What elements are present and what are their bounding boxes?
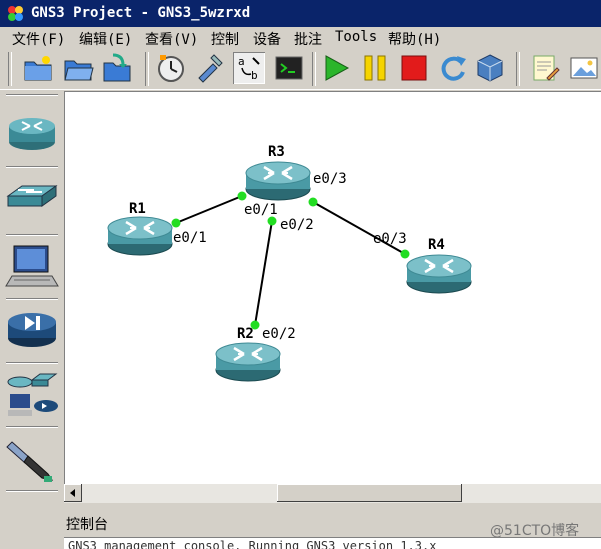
router-r4[interactable] [405, 253, 473, 295]
main-toolbar: a b [0, 49, 601, 90]
router-label-r2: R2 [237, 326, 254, 342]
interface-label: e0/2 [262, 326, 296, 342]
menu-file[interactable]: 文件(F) [12, 29, 65, 49]
stop-all-icon[interactable] [398, 52, 430, 84]
insert-picture-icon[interactable] [568, 52, 600, 84]
router-r1[interactable] [106, 215, 174, 257]
end-devices-icon[interactable] [4, 238, 60, 294]
menu-tools[interactable]: Tools [335, 29, 377, 45]
topology-svg: R1 R2 R3 R4 e0/1 e0/1 e0/2 e0/2 e0/3 e0/… [106, 144, 473, 383]
interface-label: e0/2 [280, 217, 314, 233]
menu-help[interactable]: 帮助(H) [388, 29, 441, 49]
panel-divider [6, 298, 58, 300]
toolbar-separator [312, 52, 316, 86]
arrow-left-icon [70, 489, 75, 497]
title-bar: GNS3 Project - GNS3_5wzrxd [0, 0, 601, 27]
svg-text:b: b [251, 69, 258, 82]
save-project-icon[interactable] [101, 52, 133, 84]
link-r1-r3[interactable] [175, 195, 243, 224]
switches-icon[interactable] [4, 172, 60, 228]
start-all-icon[interactable] [320, 52, 352, 84]
router-r2[interactable] [214, 341, 282, 383]
add-note-icon[interactable] [529, 52, 561, 84]
topology-canvas[interactable]: R1 R2 R3 R4 e0/1 e0/1 e0/2 e0/2 e0/3 e0/… [64, 91, 601, 485]
toolbar-separator [516, 52, 520, 86]
security-devices-icon[interactable] [4, 302, 60, 358]
svg-text:a: a [238, 55, 245, 68]
panel-divider [6, 426, 58, 428]
new-project-icon[interactable] [22, 52, 54, 84]
device-panel [0, 90, 62, 520]
panel-divider [6, 490, 58, 492]
port-status-dot [308, 197, 318, 207]
router-label-r4: R4 [428, 237, 445, 253]
snapshot-clock-icon[interactable] [155, 52, 187, 84]
port-status-dot [171, 218, 181, 228]
console-all-icon[interactable] [273, 52, 305, 84]
menu-edit[interactable]: 编辑(E) [79, 29, 132, 49]
scroll-left-button[interactable] [64, 484, 82, 502]
reload-all-icon[interactable] [437, 52, 469, 84]
toolbar-separator [8, 52, 12, 86]
show-interface-labels-icon[interactable]: a b [233, 52, 265, 84]
menu-device[interactable]: 设备 [253, 29, 281, 49]
link-r2-r3[interactable] [254, 220, 273, 326]
open-project-icon[interactable] [62, 52, 94, 84]
scrollbar-thumb[interactable] [277, 484, 462, 502]
router-label-r1: R1 [129, 201, 146, 217]
menu-view[interactable]: 查看(V) [145, 29, 198, 49]
port-status-dot [237, 191, 247, 201]
watermark: @51CTO博客 [490, 523, 580, 539]
interface-label: e0/1 [173, 230, 207, 246]
port-status-dot [400, 249, 410, 259]
console-title: 控制台 [66, 517, 108, 533]
suspend-all-icon[interactable] [359, 52, 391, 84]
interface-label: e0/3 [373, 231, 407, 247]
gns3-app-icon [8, 6, 23, 21]
menu-control[interactable]: 控制 [211, 29, 239, 49]
preferences-icon[interactable] [193, 52, 225, 84]
routers-icon[interactable] [4, 104, 60, 160]
panel-divider [6, 234, 58, 236]
toolbar-separator [145, 52, 149, 86]
interface-label: e0/1 [244, 202, 278, 218]
window-title: GNS3 Project - GNS3_5wzrxd [31, 5, 251, 21]
menu-bar: 文件(F) 编辑(E) 查看(V) 控制 设备 批注 Tools 帮助(H) [0, 27, 601, 49]
panel-divider [6, 166, 58, 168]
menu-annotate[interactable]: 批注 [294, 29, 322, 49]
panel-divider [6, 94, 58, 96]
panel-divider [6, 362, 58, 364]
interface-label: e0/3 [313, 171, 347, 187]
router-r3[interactable] [244, 160, 312, 202]
router-label-r3: R3 [268, 144, 285, 160]
virtualbox-icon[interactable] [474, 52, 506, 84]
all-devices-icon[interactable] [4, 366, 60, 422]
canvas-horizontal-scrollbar[interactable] [64, 484, 601, 503]
add-link-icon[interactable] [4, 432, 60, 488]
